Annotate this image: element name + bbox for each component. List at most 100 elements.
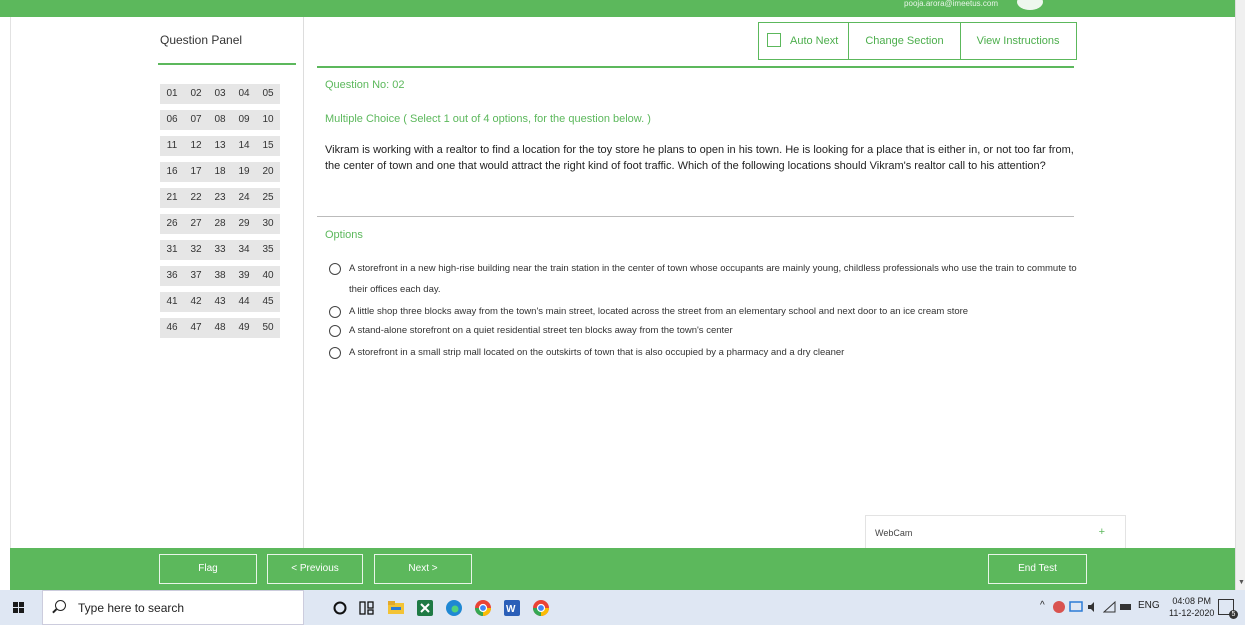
- question-number-button[interactable]: 09: [232, 110, 256, 130]
- question-number-button[interactable]: 18: [208, 162, 232, 182]
- question-number-button[interactable]: 48: [208, 318, 232, 338]
- option-2-text: A little shop three blocks away from the…: [349, 306, 969, 317]
- option-1-radio[interactable]: [329, 263, 341, 275]
- question-number-button[interactable]: 34: [232, 240, 256, 260]
- question-text: Vikram is working with a realtor to find…: [325, 144, 1074, 172]
- panel-title-underline: [158, 63, 296, 65]
- speaker-icon[interactable]: [1086, 600, 1100, 614]
- question-number-button[interactable]: 14: [232, 136, 256, 156]
- options-heading: Options: [325, 229, 363, 241]
- input-language[interactable]: ENG: [1138, 600, 1160, 611]
- chrome-active-icon[interactable]: [531, 598, 551, 618]
- question-number-button[interactable]: 22: [184, 188, 208, 208]
- battery-icon[interactable]: [1119, 601, 1133, 613]
- question-number-button[interactable]: 13: [208, 136, 232, 156]
- next-button[interactable]: Next >: [374, 554, 472, 584]
- previous-button[interactable]: < Previous: [267, 554, 363, 584]
- question-number-button[interactable]: 21: [160, 188, 184, 208]
- question-number-button[interactable]: 50: [256, 318, 280, 338]
- file-explorer-icon[interactable]: [386, 598, 406, 618]
- question-number-button[interactable]: 45: [256, 292, 280, 312]
- auto-next-checkbox[interactable]: [767, 33, 781, 48]
- question-grid-row: 26 27 28 29 30: [160, 214, 280, 234]
- question-number-button[interactable]: 38: [208, 266, 232, 286]
- question-number-button[interactable]: 17: [184, 162, 208, 182]
- option-2-radio[interactable]: [329, 306, 341, 318]
- question-number-button[interactable]: 35: [256, 240, 280, 260]
- scroll-down-arrow-icon[interactable]: ▼: [1238, 579, 1245, 586]
- vertical-scrollbar[interactable]: ▼: [1235, 0, 1245, 590]
- question-number-button[interactable]: 04: [232, 84, 256, 104]
- word-icon[interactable]: W: [502, 598, 522, 618]
- end-test-button[interactable]: End Test: [988, 554, 1087, 584]
- question-divider: [317, 216, 1074, 217]
- cortana-icon[interactable]: [330, 598, 350, 618]
- auto-next-toggle[interactable]: Auto Next: [759, 23, 848, 59]
- question-number-button[interactable]: 41: [160, 292, 184, 312]
- question-number-button[interactable]: 16: [160, 162, 184, 182]
- question-number-button[interactable]: 43: [208, 292, 232, 312]
- question-number-button[interactable]: 49: [232, 318, 256, 338]
- option-4-radio[interactable]: [329, 347, 341, 359]
- question-grid-row: 21 22 23 24 25: [160, 188, 280, 208]
- question-number-button[interactable]: 03: [208, 84, 232, 104]
- question-number-button[interactable]: 28: [208, 214, 232, 234]
- question-number-button[interactable]: 01: [160, 84, 184, 104]
- question-grid-row: 16 17 18 19 20: [160, 162, 280, 182]
- wifi-icon[interactable]: [1103, 600, 1117, 614]
- question-number-button[interactable]: 25: [256, 188, 280, 208]
- chrome-icon[interactable]: [473, 598, 493, 618]
- question-number-button[interactable]: 39: [232, 266, 256, 286]
- task-view-icon[interactable]: [357, 598, 377, 618]
- question-number-button[interactable]: 40: [256, 266, 280, 286]
- flag-button[interactable]: Flag: [159, 554, 257, 584]
- tray-display-icon[interactable]: [1069, 600, 1083, 614]
- question-number-button[interactable]: 30: [256, 214, 280, 234]
- question-grid-row: 46 47 48 49 50: [160, 318, 280, 338]
- question-number-button[interactable]: 47: [184, 318, 208, 338]
- option-3-text: A stand-alone storefront on a quiet resi…: [349, 325, 733, 336]
- taskbar-search-input[interactable]: Type here to search: [42, 590, 304, 625]
- question-number-button[interactable]: 20: [256, 162, 280, 182]
- question-number-button[interactable]: 19: [232, 162, 256, 182]
- question-number-button[interactable]: 24: [232, 188, 256, 208]
- question-number-button[interactable]: 05: [256, 84, 280, 104]
- question-number-button[interactable]: 07: [184, 110, 208, 130]
- top-header-bar: pooja.arora@imeetus.com: [0, 0, 1235, 17]
- tray-app-icon[interactable]: [1052, 600, 1066, 614]
- notification-center-icon[interactable]: 5: [1218, 599, 1238, 619]
- question-number-button[interactable]: 12: [184, 136, 208, 156]
- question-number-button[interactable]: 10: [256, 110, 280, 130]
- question-number-button[interactable]: 36: [160, 266, 184, 286]
- question-number-button[interactable]: 08: [208, 110, 232, 130]
- system-clock[interactable]: 04:08 PM 11-12-2020: [1169, 595, 1214, 619]
- view-instructions-button[interactable]: View Instructions: [959, 23, 1076, 59]
- question-number-button[interactable]: 42: [184, 292, 208, 312]
- question-number-button[interactable]: 26: [160, 214, 184, 234]
- question-number-button[interactable]: 06: [160, 110, 184, 130]
- question-number-button[interactable]: 37: [184, 266, 208, 286]
- question-number-button[interactable]: 44: [232, 292, 256, 312]
- question-number-button[interactable]: 02: [184, 84, 208, 104]
- question-number-button[interactable]: 32: [184, 240, 208, 260]
- question-number-button[interactable]: 11: [160, 136, 184, 156]
- user-email: pooja.arora@imeetus.com: [904, 0, 998, 8]
- windows-start-icon[interactable]: [13, 602, 24, 613]
- option-3-radio[interactable]: [329, 325, 341, 337]
- user-avatar[interactable]: [1017, 0, 1043, 10]
- webcam-expand-icon[interactable]: +: [1099, 526, 1105, 538]
- windows-taskbar: Type here to search W ^ ENG 04:08 PM 11-…: [0, 590, 1245, 625]
- question-number-button[interactable]: 29: [232, 214, 256, 234]
- change-section-button[interactable]: Change Section: [848, 23, 959, 59]
- show-hidden-icons-chevron-icon[interactable]: ^: [1040, 600, 1045, 611]
- question-number-button[interactable]: 23: [208, 188, 232, 208]
- excel-icon[interactable]: [415, 598, 435, 618]
- edge-browser-icon[interactable]: [444, 598, 464, 618]
- question-grid-row: 01 02 03 04 05: [160, 84, 280, 104]
- question-grid-row: 31 32 33 34 35: [160, 240, 280, 260]
- question-number-button[interactable]: 46: [160, 318, 184, 338]
- question-number-button[interactable]: 33: [208, 240, 232, 260]
- question-number-button[interactable]: 15: [256, 136, 280, 156]
- question-number-button[interactable]: 27: [184, 214, 208, 234]
- question-number-button[interactable]: 31: [160, 240, 184, 260]
